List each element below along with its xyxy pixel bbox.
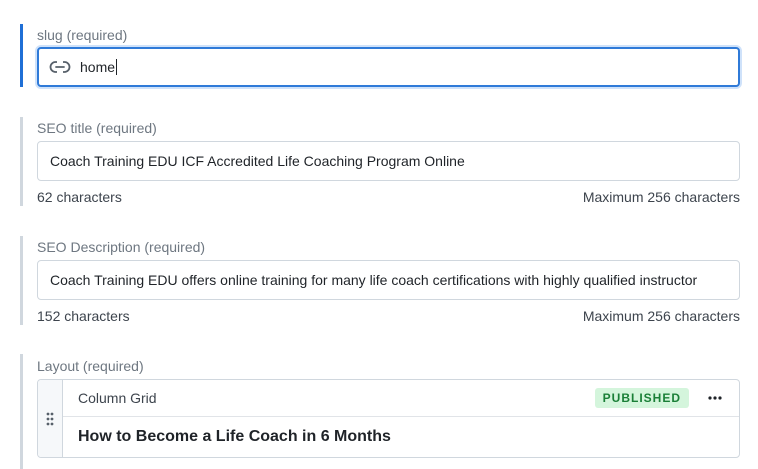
block-header: Column Grid PUBLISHED: [63, 380, 739, 417]
seo-description-max-chars: Maximum 256 characters: [582, 308, 740, 324]
seo-title-meta: 62 characters Maximum 256 characters: [37, 189, 740, 205]
drag-handle-icon: [46, 412, 54, 425]
seo-description-label: SEO Description (required): [37, 239, 206, 255]
link-icon: [49, 60, 71, 74]
text-caret: [116, 59, 118, 75]
drag-handle[interactable]: [38, 380, 63, 457]
seo-title-max-chars: Maximum 256 characters: [582, 189, 740, 205]
slug-input[interactable]: home: [37, 47, 740, 87]
seo-title-field: SEO title (required) Coach Training EDU …: [20, 117, 743, 206]
slug-field: slug (required) home: [20, 24, 743, 87]
layout-field: Layout (required) Column Grid PUBLISHED: [20, 354, 743, 469]
layout-block-card[interactable]: Column Grid PUBLISHED How to Become a Li…: [37, 379, 740, 458]
layout-label: Layout (required): [37, 358, 144, 374]
seo-description-value: Coach Training EDU offers online trainin…: [50, 272, 698, 288]
seo-description-input[interactable]: Coach Training EDU offers online trainin…: [37, 260, 740, 300]
seo-title-label: SEO title (required): [37, 120, 157, 136]
ellipsis-icon: [708, 396, 722, 400]
seo-title-input[interactable]: Coach Training EDU ICF Accredited Life C…: [37, 141, 740, 181]
block-type: Column Grid: [78, 390, 157, 406]
block-title: How to Become a Life Coach in 6 Months: [78, 428, 391, 445]
slug-value: home: [80, 59, 116, 75]
more-options-button[interactable]: [705, 388, 725, 408]
seo-title-char-count: 62 characters: [37, 189, 122, 205]
seo-description-char-count: 152 characters: [37, 308, 130, 324]
seo-description-meta: 152 characters Maximum 256 characters: [37, 308, 740, 324]
slug-label: slug (required): [37, 27, 128, 43]
status-badge: PUBLISHED: [594, 388, 689, 408]
seo-description-field: SEO Description (required) Coach Trainin…: [20, 236, 743, 325]
seo-title-value: Coach Training EDU ICF Accredited Life C…: [50, 153, 465, 169]
